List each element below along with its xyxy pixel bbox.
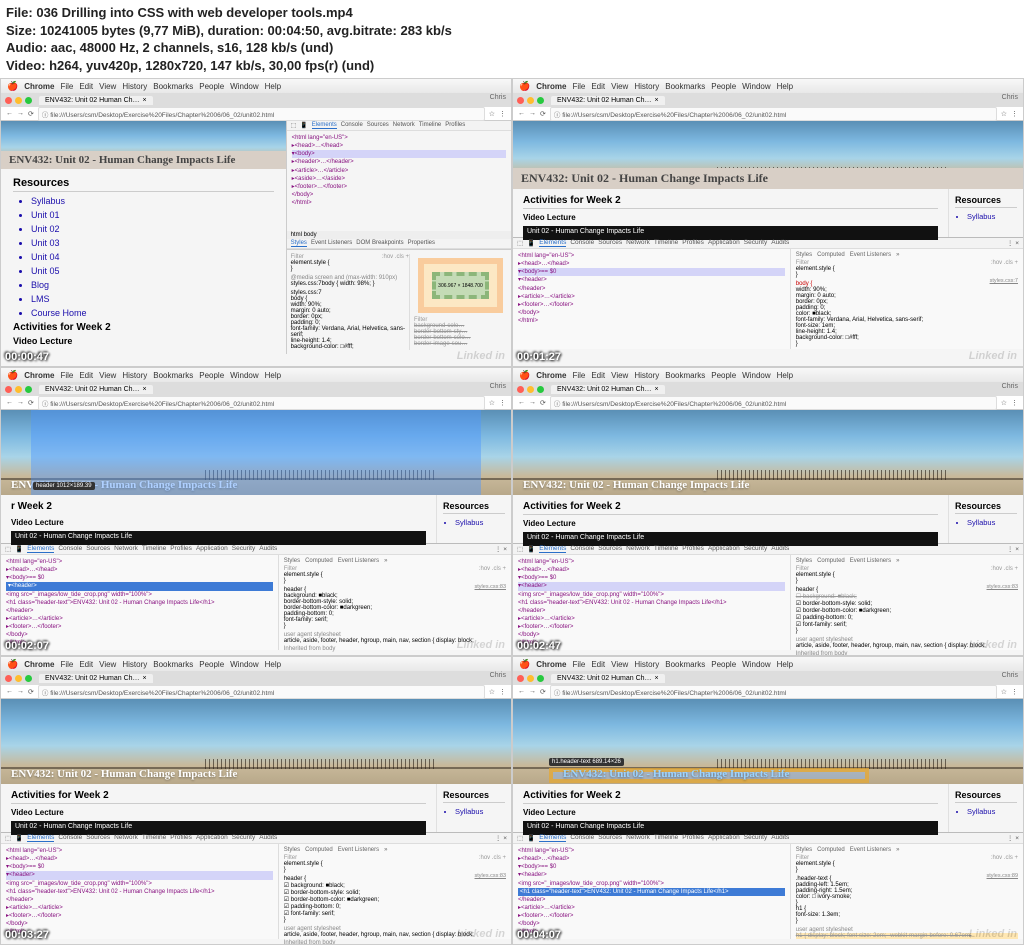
back-icon[interactable]: ← bbox=[6, 110, 13, 117]
maximize-icon[interactable] bbox=[25, 97, 32, 104]
browser-tabs: ENV432: Unit 02 Human Ch…× Chris bbox=[1, 93, 511, 107]
frame-5: 🍎ChromeFileEditViewHistoryBookmarksPeopl… bbox=[0, 656, 512, 945]
measure-tooltip: header 1012×189.39 bbox=[33, 482, 95, 490]
forward-icon[interactable]: → bbox=[17, 110, 24, 117]
measure-tooltip: h1.header-text 689.14×26 bbox=[549, 758, 624, 766]
frame-4: 🍎ChromeFileEditViewHistoryBookmarksPeopl… bbox=[512, 367, 1024, 656]
frame-1: 🍎 Chrome FileEditViewHistoryBookmarksPeo… bbox=[0, 78, 512, 367]
page-title: ENV432: Unit 02 - Human Change Impacts L… bbox=[513, 168, 1023, 189]
close-icon[interactable] bbox=[5, 97, 12, 104]
box-model: 306.967 × 1848.700 bbox=[418, 258, 503, 313]
frame-6: 🍎ChromeFileEditViewHistoryBookmarksPeopl… bbox=[512, 656, 1024, 945]
browser-tab[interactable]: ENV432: Unit 02 Human Ch…× bbox=[39, 96, 153, 105]
activities-heading: Activities for Week 2 bbox=[13, 322, 274, 333]
device-icon[interactable]: 📱 bbox=[300, 122, 307, 129]
resources-list: SyllabusUnit 01Unit 02Unit 03Unit 04Unit… bbox=[31, 196, 274, 318]
reload-icon[interactable]: ⟳ bbox=[28, 110, 34, 118]
address-field[interactable]: ⓘ file:///Users/csm/Desktop/Exercise%20F… bbox=[38, 107, 485, 121]
resources-heading: Resources bbox=[13, 177, 274, 192]
app-name: Chrome bbox=[24, 82, 54, 91]
user-badge[interactable]: Chris bbox=[490, 94, 506, 101]
minimize-icon[interactable] bbox=[15, 97, 22, 104]
url-bar: ← → ⟳ ⓘ file:///Users/csm/Desktop/Exercise… bbox=[1, 107, 511, 121]
timestamp: 00:00:47 bbox=[5, 351, 49, 363]
file-metadata: File: 036 Drilling into CSS with web dev… bbox=[0, 0, 1024, 78]
inspect-icon[interactable]: ⬚ bbox=[291, 122, 297, 129]
dom-breadcrumb[interactable]: html body bbox=[287, 231, 511, 239]
thumbnail-grid: 🍎 Chrome FileEditViewHistoryBookmarksPeo… bbox=[0, 78, 1024, 945]
star-icon[interactable]: ☆ bbox=[489, 110, 495, 118]
watermark: Linked in bbox=[457, 350, 505, 362]
elements-tree[interactable]: <html lang="en-US">▸<head>…</head>▾<body… bbox=[287, 131, 511, 231]
devtools-tabs[interactable]: ⬚📱ElementsConsoleSourcesNetworkTimelineP… bbox=[287, 121, 511, 131]
page-title: ENV432: Unit 02 - Human Change Impacts L… bbox=[1, 151, 286, 169]
frame-2: 🍎ChromeFileEditViewHistoryBookmarksPeopl… bbox=[512, 78, 1024, 367]
frame-3: 🍎ChromeFileEditViewHistoryBookmarksPeopl… bbox=[0, 367, 512, 656]
macos-menubar: 🍎 Chrome FileEditViewHistoryBookmarksPeo… bbox=[1, 79, 511, 93]
menu-icon[interactable]: ⋮ bbox=[499, 110, 506, 118]
apple-icon: 🍎 bbox=[7, 81, 18, 92]
